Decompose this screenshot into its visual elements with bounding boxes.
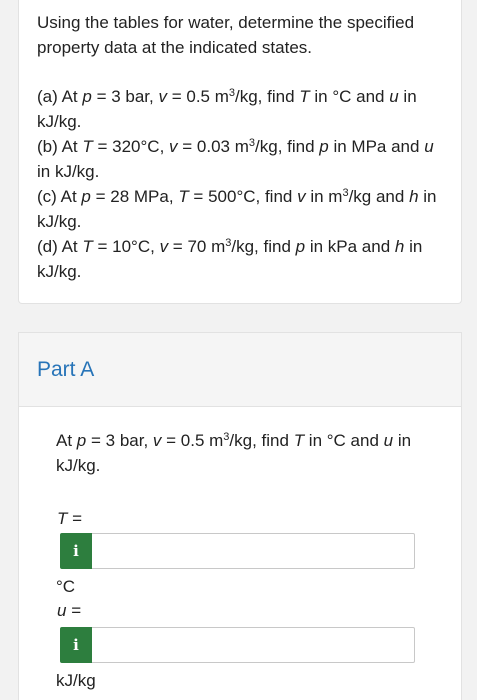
- part-c-label: (c): [37, 187, 57, 206]
- part-b-label: (b): [37, 137, 58, 156]
- problem-part-c: (c) At p = 28 MPa, T = 500°C, find v in …: [37, 184, 449, 234]
- answer-t-unit: °C: [56, 577, 76, 596]
- part-a-question: At p = 3 bar, v = 0.5 m3/kg, find T in °…: [56, 431, 412, 475]
- answer-t-label: T =: [57, 509, 83, 528]
- problem-part-a: (a) At p = 3 bar, v = 0.5 m3/kg, find T …: [37, 84, 449, 134]
- answer-t-row: i: [60, 533, 415, 569]
- problem-card: Using the tables for water, determine th…: [18, 0, 462, 304]
- part-a-header: Part A: [19, 333, 461, 407]
- answer-u-input[interactable]: [92, 627, 415, 663]
- part-d-text: At T = 10°C, v = 70 m3/kg, find p in kPa…: [37, 237, 423, 281]
- info-icon[interactable]: i: [60, 533, 92, 569]
- answer-u-unit: kJ/kg: [56, 671, 96, 690]
- answer-u-row: i: [60, 627, 415, 663]
- problem-intro: Using the tables for water, determine th…: [37, 13, 415, 57]
- part-a-title: Part A: [37, 358, 95, 381]
- part-a-label: (a): [37, 87, 58, 106]
- info-icon[interactable]: i: [60, 627, 92, 663]
- part-d-label: (d): [37, 237, 58, 256]
- part-a-text: At p = 3 bar, v = 0.5 m3/kg, find T in °…: [37, 87, 417, 131]
- problem-part-d: (d) At T = 10°C, v = 70 m3/kg, find p in…: [37, 234, 449, 284]
- part-a-card: Part A At p = 3 bar, v = 0.5 m3/kg, find…: [18, 332, 462, 700]
- part-b-text: At T = 320°C, v = 0.03 m3/kg, find p in …: [37, 137, 434, 181]
- problem-part-b: (b) At T = 320°C, v = 0.03 m3/kg, find p…: [37, 134, 449, 184]
- answer-u-label: u =: [57, 601, 82, 620]
- part-c-text: At p = 28 MPa, T = 500°C, find v in m3/k…: [37, 187, 437, 231]
- answer-t-input[interactable]: [92, 533, 415, 569]
- problem-parts-list: (a) At p = 3 bar, v = 0.5 m3/kg, find T …: [37, 84, 449, 284]
